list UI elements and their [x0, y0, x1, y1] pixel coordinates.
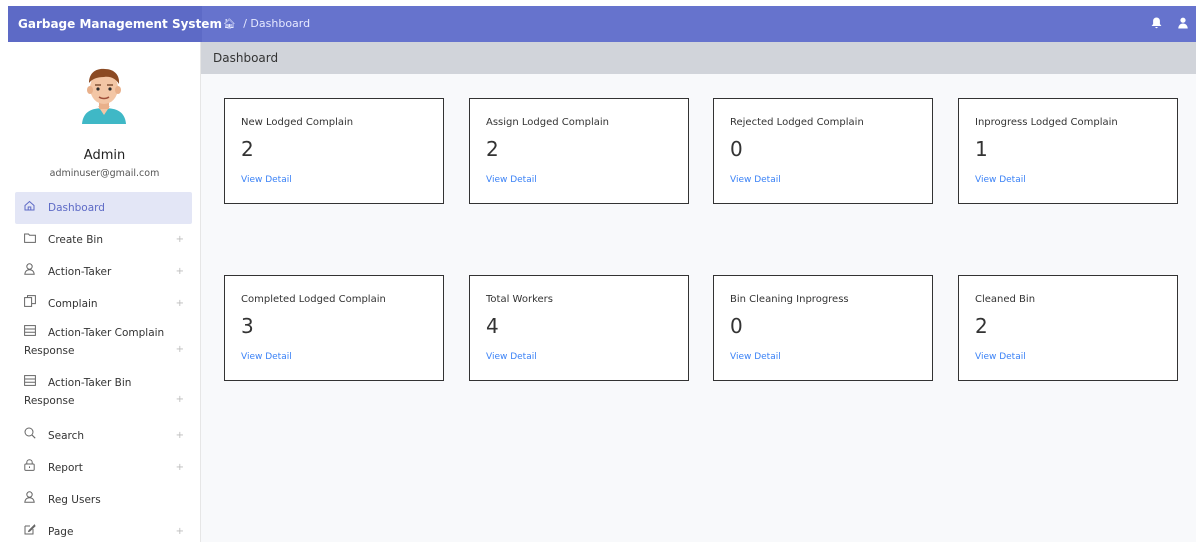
- admin-email: adminuser@gmail.com: [49, 168, 160, 179]
- stat-card-inprogress-lodged: Inprogress Lodged Complain 1 View Detail: [958, 98, 1178, 204]
- view-detail-link[interactable]: View Detail: [486, 175, 537, 185]
- top-icons: [1151, 6, 1188, 42]
- avatar-icon: [77, 66, 131, 126]
- sidebar-item-label: Dashboard: [48, 202, 105, 214]
- sidebar-item-action-taker-bin-response[interactable]: Action-Taker Bin Response +: [15, 370, 192, 420]
- home-icon[interactable]: 🏠︎: [223, 19, 236, 30]
- stat-card-bin-cleaning-inprogress: Bin Cleaning Inprogress 0 View Detail: [713, 275, 933, 381]
- expand-plus-icon[interactable]: +: [176, 516, 184, 542]
- stat-card-rejected-lodged: Rejected Lodged Complain 0 View Detail: [713, 98, 933, 204]
- breadcrumb-separator: /: [243, 17, 247, 30]
- sidebar-item-label: Action-Taker: [48, 266, 112, 278]
- sidebar-item-label: Complain: [48, 298, 98, 310]
- user-icon: [24, 484, 38, 516]
- card-value: 2: [241, 137, 254, 161]
- folder-icon: [24, 224, 38, 256]
- sidebar-item-label: Create Bin: [48, 234, 104, 246]
- breadcrumb: 🏠︎ / Dashboard: [223, 6, 310, 42]
- view-detail-link[interactable]: View Detail: [486, 352, 537, 362]
- card-value: 0: [730, 137, 743, 161]
- stat-card-cleaned-bin: Cleaned Bin 2 View Detail: [958, 275, 1178, 381]
- card-value: 4: [486, 314, 499, 338]
- card-value: 2: [486, 137, 499, 161]
- view-detail-link[interactable]: View Detail: [975, 352, 1026, 362]
- sidebar-item-label: Report: [48, 462, 83, 474]
- breadcrumb-current: Dashboard: [250, 17, 311, 30]
- card-title: Rejected Lodged Complain: [730, 117, 864, 128]
- bell-icon[interactable]: [1151, 17, 1162, 32]
- home-icon: [24, 192, 38, 224]
- view-detail-link[interactable]: View Detail: [975, 175, 1026, 185]
- sidebar-menu: Dashboard Create Bin + Action-Taker + Co…: [15, 192, 192, 542]
- main-content: Dashboard New Lodged Complain 2 View Det…: [201, 42, 1196, 542]
- card-title: Assign Lodged Complain: [486, 117, 610, 128]
- user-icon: [24, 256, 38, 288]
- search-icon: [24, 420, 38, 452]
- sidebar-item-label: Search: [48, 430, 85, 442]
- sidebar-item-action-taker-complain-response[interactable]: Action-Taker Complain Response +: [15, 320, 192, 370]
- card-value: 2: [975, 314, 988, 338]
- stat-card-total-workers: Total Workers 4 View Detail: [469, 275, 689, 381]
- expand-plus-icon[interactable]: +: [176, 256, 184, 288]
- card-title: Inprogress Lodged Complain: [975, 117, 1118, 128]
- card-value: 3: [241, 314, 254, 338]
- admin-name: Admin: [83, 148, 126, 163]
- sidebar-item-label: Page: [48, 526, 74, 538]
- sidebar-item-reg-users[interactable]: Reg Users: [15, 484, 192, 516]
- stat-card-new-lodged: New Lodged Complain 2 View Detail: [224, 98, 444, 204]
- sidebar-item-action-taker[interactable]: Action-Taker +: [15, 256, 192, 288]
- edit-icon: [24, 516, 38, 542]
- brand-title[interactable]: Garbage Management System: [8, 6, 222, 42]
- sidebar-item-label-line2: Response: [24, 395, 75, 407]
- sidebar-item-complain[interactable]: Complain +: [15, 288, 192, 320]
- sidebar-item-label: Action-Taker Complain: [48, 327, 165, 339]
- view-detail-link[interactable]: View Detail: [241, 352, 292, 362]
- lock-icon: [24, 452, 38, 484]
- list-icon: [24, 374, 38, 392]
- sidebar-item-search[interactable]: Search +: [15, 420, 192, 452]
- card-value: 1: [975, 137, 988, 161]
- list-icon: [24, 324, 38, 342]
- card-title: Bin Cleaning Inprogress: [730, 294, 849, 305]
- expand-plus-icon[interactable]: +: [176, 452, 184, 484]
- sidebar-item-create-bin[interactable]: Create Bin +: [15, 224, 192, 256]
- expand-plus-icon[interactable]: +: [176, 420, 184, 452]
- top-navbar: Garbage Management System 🏠︎ / Dashboard: [8, 6, 1196, 42]
- page-title: Dashboard: [201, 42, 1196, 74]
- view-detail-link[interactable]: View Detail: [730, 175, 781, 185]
- sidebar-item-page[interactable]: Page +: [15, 516, 192, 542]
- user-icon[interactable]: [1178, 17, 1188, 32]
- sidebar: Admin adminuser@gmail.com Dashboard Crea…: [8, 42, 201, 542]
- card-title: New Lodged Complain: [241, 117, 354, 128]
- copy-icon: [24, 288, 38, 320]
- sidebar-item-label-line2: Response: [24, 345, 75, 357]
- stat-card-assign-lodged: Assign Lodged Complain 2 View Detail: [469, 98, 689, 204]
- card-title: Cleaned Bin: [975, 294, 1036, 305]
- sidebar-item-report[interactable]: Report +: [15, 452, 192, 484]
- expand-plus-icon[interactable]: +: [176, 384, 184, 416]
- card-title: Completed Lodged Complain: [241, 294, 386, 305]
- card-title: Total Workers: [486, 294, 553, 305]
- expand-plus-icon[interactable]: +: [176, 288, 184, 320]
- sidebar-item-label: Action-Taker Bin: [48, 377, 132, 389]
- card-value: 0: [730, 314, 743, 338]
- expand-plus-icon[interactable]: +: [176, 224, 184, 256]
- stat-card-completed-lodged: Completed Lodged Complain 3 View Detail: [224, 275, 444, 381]
- sidebar-item-dashboard[interactable]: Dashboard: [15, 192, 192, 224]
- expand-plus-icon[interactable]: +: [176, 334, 184, 366]
- view-detail-link[interactable]: View Detail: [730, 352, 781, 362]
- view-detail-link[interactable]: View Detail: [241, 175, 292, 185]
- sidebar-item-label: Reg Users: [48, 494, 101, 506]
